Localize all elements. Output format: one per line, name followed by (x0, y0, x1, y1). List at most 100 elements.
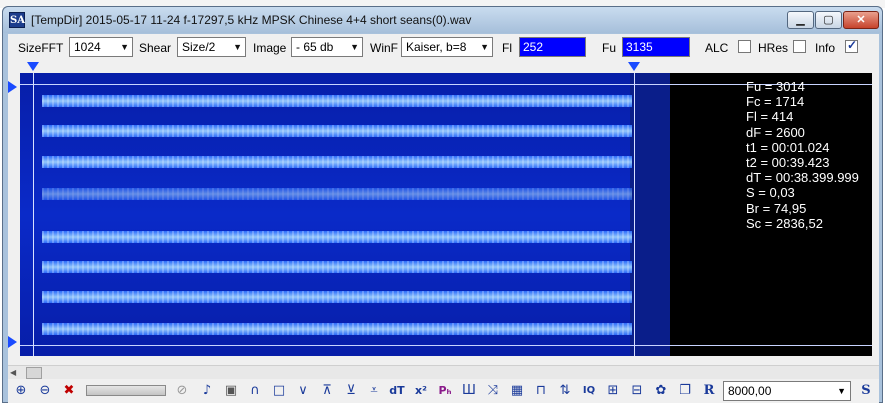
left-marker-line (33, 73, 34, 356)
signal-band (42, 156, 632, 168)
image-select[interactable]: - 65 db ▼ (291, 37, 363, 57)
scroll-left-icon[interactable]: ◀ (10, 367, 20, 379)
close-button[interactable]: ✕ (843, 11, 879, 29)
right-marker-line (634, 73, 635, 356)
clear-icon[interactable]: ✖ (60, 382, 78, 400)
shear-select[interactable]: Size/2 ▼ (177, 37, 246, 57)
pulse-icon[interactable]: ⊓ (532, 382, 550, 400)
pattern-a-icon[interactable]: ⊞ (604, 382, 622, 400)
p-h-icon[interactable]: Pₕ (436, 382, 454, 400)
info-readout: Fu = 3014 Fc = 1714 Fl = 414 dF = 2600 t… (746, 79, 859, 231)
fu-label: Fu (602, 41, 617, 55)
cross-icon[interactable]: ⤨ (484, 382, 502, 400)
signal-band (42, 231, 632, 243)
spectrogram[interactable]: Fu = 3014 Fc = 1714 Fl = 414 dF = 2600 t… (20, 73, 872, 356)
arc-icon[interactable]: ∩ (246, 382, 264, 400)
sizefft-select[interactable]: 1024 ▼ (69, 37, 133, 57)
info-df: dF = 2600 (746, 124, 805, 140)
info-fl: Fl = 414 (746, 109, 794, 125)
info-br: Br = 74,95 (746, 200, 807, 216)
grid-icon[interactable]: ▦ (508, 382, 526, 400)
frequency-value: 8000,00 (728, 384, 772, 398)
bottom-marker-handle[interactable] (8, 336, 17, 348)
x-squared-icon[interactable]: x² (412, 382, 430, 400)
scroll-thumb[interactable] (26, 367, 42, 379)
signal-band (42, 323, 632, 335)
top-marker-line (20, 84, 872, 85)
info-checkbox[interactable] (845, 38, 858, 53)
winf-value: Kaiser, b=8 (406, 40, 467, 54)
r-icon[interactable]: R (700, 382, 718, 400)
right-marker-handle[interactable] (628, 62, 640, 71)
winf-label: WinF (370, 41, 398, 55)
signal-band (42, 291, 632, 303)
shear-value: Size/2 (182, 40, 216, 54)
speed-slider[interactable] (86, 385, 166, 396)
info-s: S = 0,03 (746, 185, 795, 201)
top-marker-handle[interactable] (8, 81, 17, 93)
fl-input[interactable]: 252 (519, 37, 586, 57)
info-label: Info (815, 41, 836, 55)
image-value: - 65 db (296, 40, 334, 54)
comb-icon[interactable]: Ш (460, 382, 478, 400)
info-t1: t1 = 00:01.024 (746, 139, 830, 155)
rect-icon[interactable]: □ (270, 382, 288, 400)
spectrogram-dim-region (630, 73, 670, 356)
chevron-down-icon: ▼ (350, 42, 359, 52)
bottom-toolbar: ⊕ ⊖ ✖ ⊘ ♪ ▣ ∩ □ ∨ ⊼ ⊻ ⩡ dT x² Pₕ Ш ⤨ ▦ ⊓… (8, 379, 879, 403)
horizontal-scrollbar[interactable]: ◀ (8, 365, 879, 379)
app-icon[interactable]: SA (9, 12, 25, 28)
fl-label: Fl (502, 41, 512, 55)
copy-icon[interactable]: ❐ (676, 382, 694, 400)
title-bar: SA [TempDir] 2015-05-17 11-24 f-17297,5 … (3, 7, 882, 33)
dt-icon[interactable]: dT (388, 382, 406, 400)
minimize-button[interactable]: ▁ (787, 11, 814, 29)
spectrogram-signal-field (20, 73, 670, 356)
sizefft-value: 1024 (74, 40, 101, 54)
pattern-b-icon[interactable]: ⊟ (628, 382, 646, 400)
info-sc: Sc = 2836,52 (746, 215, 823, 231)
alc-checkbox[interactable] (738, 40, 751, 53)
left-marker-handle[interactable] (27, 62, 39, 71)
fu-input[interactable]: 3135 (622, 37, 690, 57)
shear-label: Shear (139, 41, 172, 55)
maximize-button[interactable]: ▢ (815, 11, 842, 29)
info-dt: dT = 00:38.399.999 (746, 170, 859, 186)
image-label: Image (253, 41, 287, 55)
zoom-out-icon[interactable]: ⊖ (36, 382, 54, 400)
v-shape-icon[interactable]: ∨ (294, 382, 312, 400)
sort-icon[interactable]: ⇅ (556, 382, 574, 400)
info-t2: t2 = 00:39.423 (746, 155, 830, 171)
stop-icon[interactable]: ⊘ (173, 382, 191, 400)
winf-select[interactable]: Kaiser, b=8 ▼ (401, 37, 493, 57)
bottom-marker-line (20, 345, 872, 346)
chevron-down-icon: ▼ (233, 42, 242, 52)
s-icon[interactable]: S (857, 382, 875, 400)
frequency-select[interactable]: 8000,00 ▼ (723, 381, 851, 401)
hres-label: HRes (758, 41, 789, 55)
speaker-icon[interactable]: ♪ (198, 382, 216, 400)
signal-band (42, 95, 632, 107)
settings-toolbar: SizeFFT 1024 ▼ Shear Size/2 ▼ Image - 65… (8, 34, 879, 62)
zoom-in-icon[interactable]: ⊕ (12, 382, 30, 400)
signal-band (42, 125, 632, 137)
signal-band (42, 261, 632, 273)
sizefft-label: SizeFFT (18, 41, 64, 55)
iq-icon[interactable]: IQ (580, 382, 598, 400)
marker-down-icon[interactable]: ⊼ (318, 382, 336, 400)
app-window: SA [TempDir] 2015-05-17 11-24 f-17297,5 … (2, 6, 883, 403)
signal-band (42, 188, 632, 200)
gear-icon[interactable]: ✿ (652, 382, 670, 400)
chevron-down-icon: ▼ (480, 42, 489, 52)
alc-label: ALC (705, 41, 729, 55)
marker-double-icon[interactable]: ⩡ (365, 382, 383, 400)
frame-icon[interactable]: ▣ (222, 382, 240, 400)
chevron-down-icon: ▼ (837, 386, 846, 396)
spectrogram-panel: Fu = 3014 Fc = 1714 Fl = 414 dF = 2600 t… (8, 62, 879, 365)
window-title: [TempDir] 2015-05-17 11-24 f-17297,5 kHz… (31, 13, 472, 27)
info-fu: Fu = 3014 (746, 79, 805, 94)
info-fc: Fc = 1714 (746, 94, 805, 110)
marker-down-filled-icon[interactable]: ⊻ (342, 382, 360, 400)
hres-checkbox[interactable] (793, 40, 806, 53)
chevron-down-icon: ▼ (120, 42, 129, 52)
